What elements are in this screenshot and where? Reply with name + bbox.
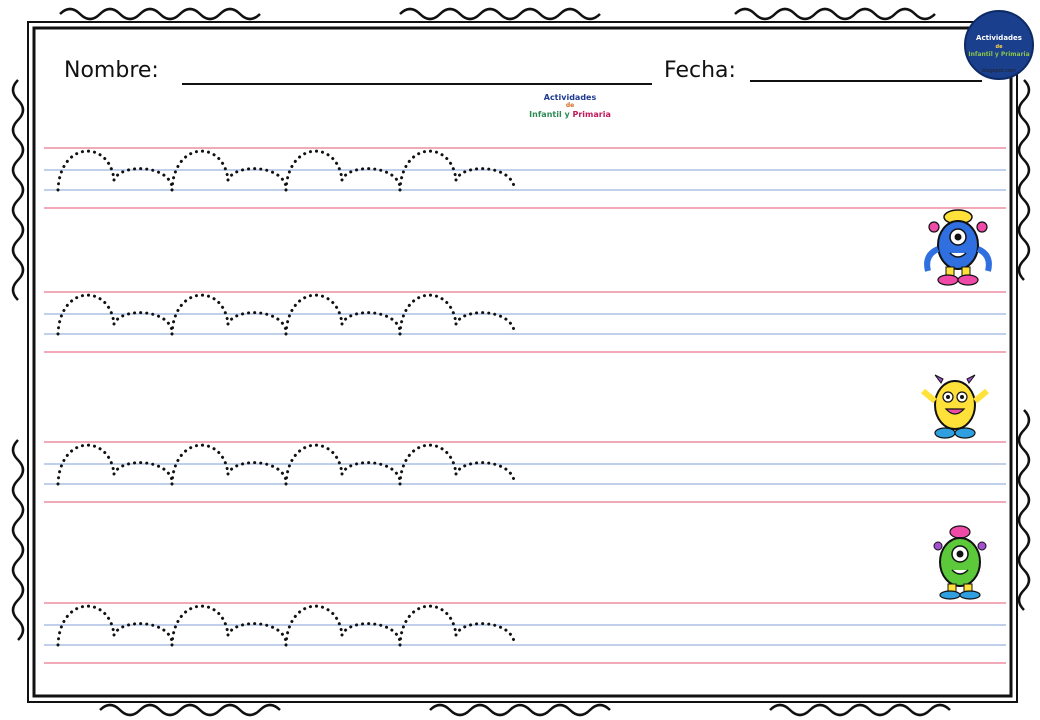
doodle-right-bottom <box>1017 409 1031 611</box>
doodle-top-left <box>59 7 261 21</box>
logo-line3a: Infantil y <box>529 110 573 119</box>
name-blank-line[interactable] <box>182 83 652 85</box>
doodle-top-right <box>734 7 936 21</box>
worksheet-page: Nombre: Fecha: Actividades de Infantil y… <box>0 0 1040 720</box>
logo-line2: de <box>565 102 575 109</box>
blue-monster-icon <box>924 209 992 286</box>
doodle-bottom-right <box>769 703 951 717</box>
badge-line3: Infantil y Primaria <box>968 51 1030 58</box>
badge-line4: blogspot.com <box>982 68 1016 74</box>
name-label: Nombre: <box>64 58 159 83</box>
handwriting-guides <box>44 147 1006 664</box>
doodle-right-top <box>1017 79 1031 281</box>
yellow-monster-icon <box>921 374 989 439</box>
top-doodle-group <box>59 7 936 21</box>
logo-line3b: Primaria <box>572 110 611 119</box>
badge-line1: Actividades <box>976 34 1022 42</box>
green-monster-icon <box>933 525 987 600</box>
publisher-badge: Actividades de Infantil y Primaria blogs… <box>960 8 1038 80</box>
doodle-bottom-mid <box>429 703 611 717</box>
dotted-arch-tracing <box>56 149 516 647</box>
logo-line3: Infantil y Primaria <box>520 110 620 119</box>
bottom-doodle-group <box>99 703 951 717</box>
header-logo: Actividades de Infantil y Primaria <box>520 93 620 131</box>
doodle-top-mid <box>399 7 601 21</box>
left-doodle-group <box>11 79 25 641</box>
date-blank-line[interactable] <box>750 80 982 82</box>
right-doodle-group <box>1017 79 1031 611</box>
badge-line2: de <box>995 44 1003 50</box>
logo-line1: Actividades <box>543 93 597 102</box>
doodle-left-top <box>11 79 25 301</box>
date-label: Fecha: <box>664 58 736 83</box>
doodle-left-bottom <box>11 439 25 641</box>
doodle-bottom-left <box>99 703 281 717</box>
